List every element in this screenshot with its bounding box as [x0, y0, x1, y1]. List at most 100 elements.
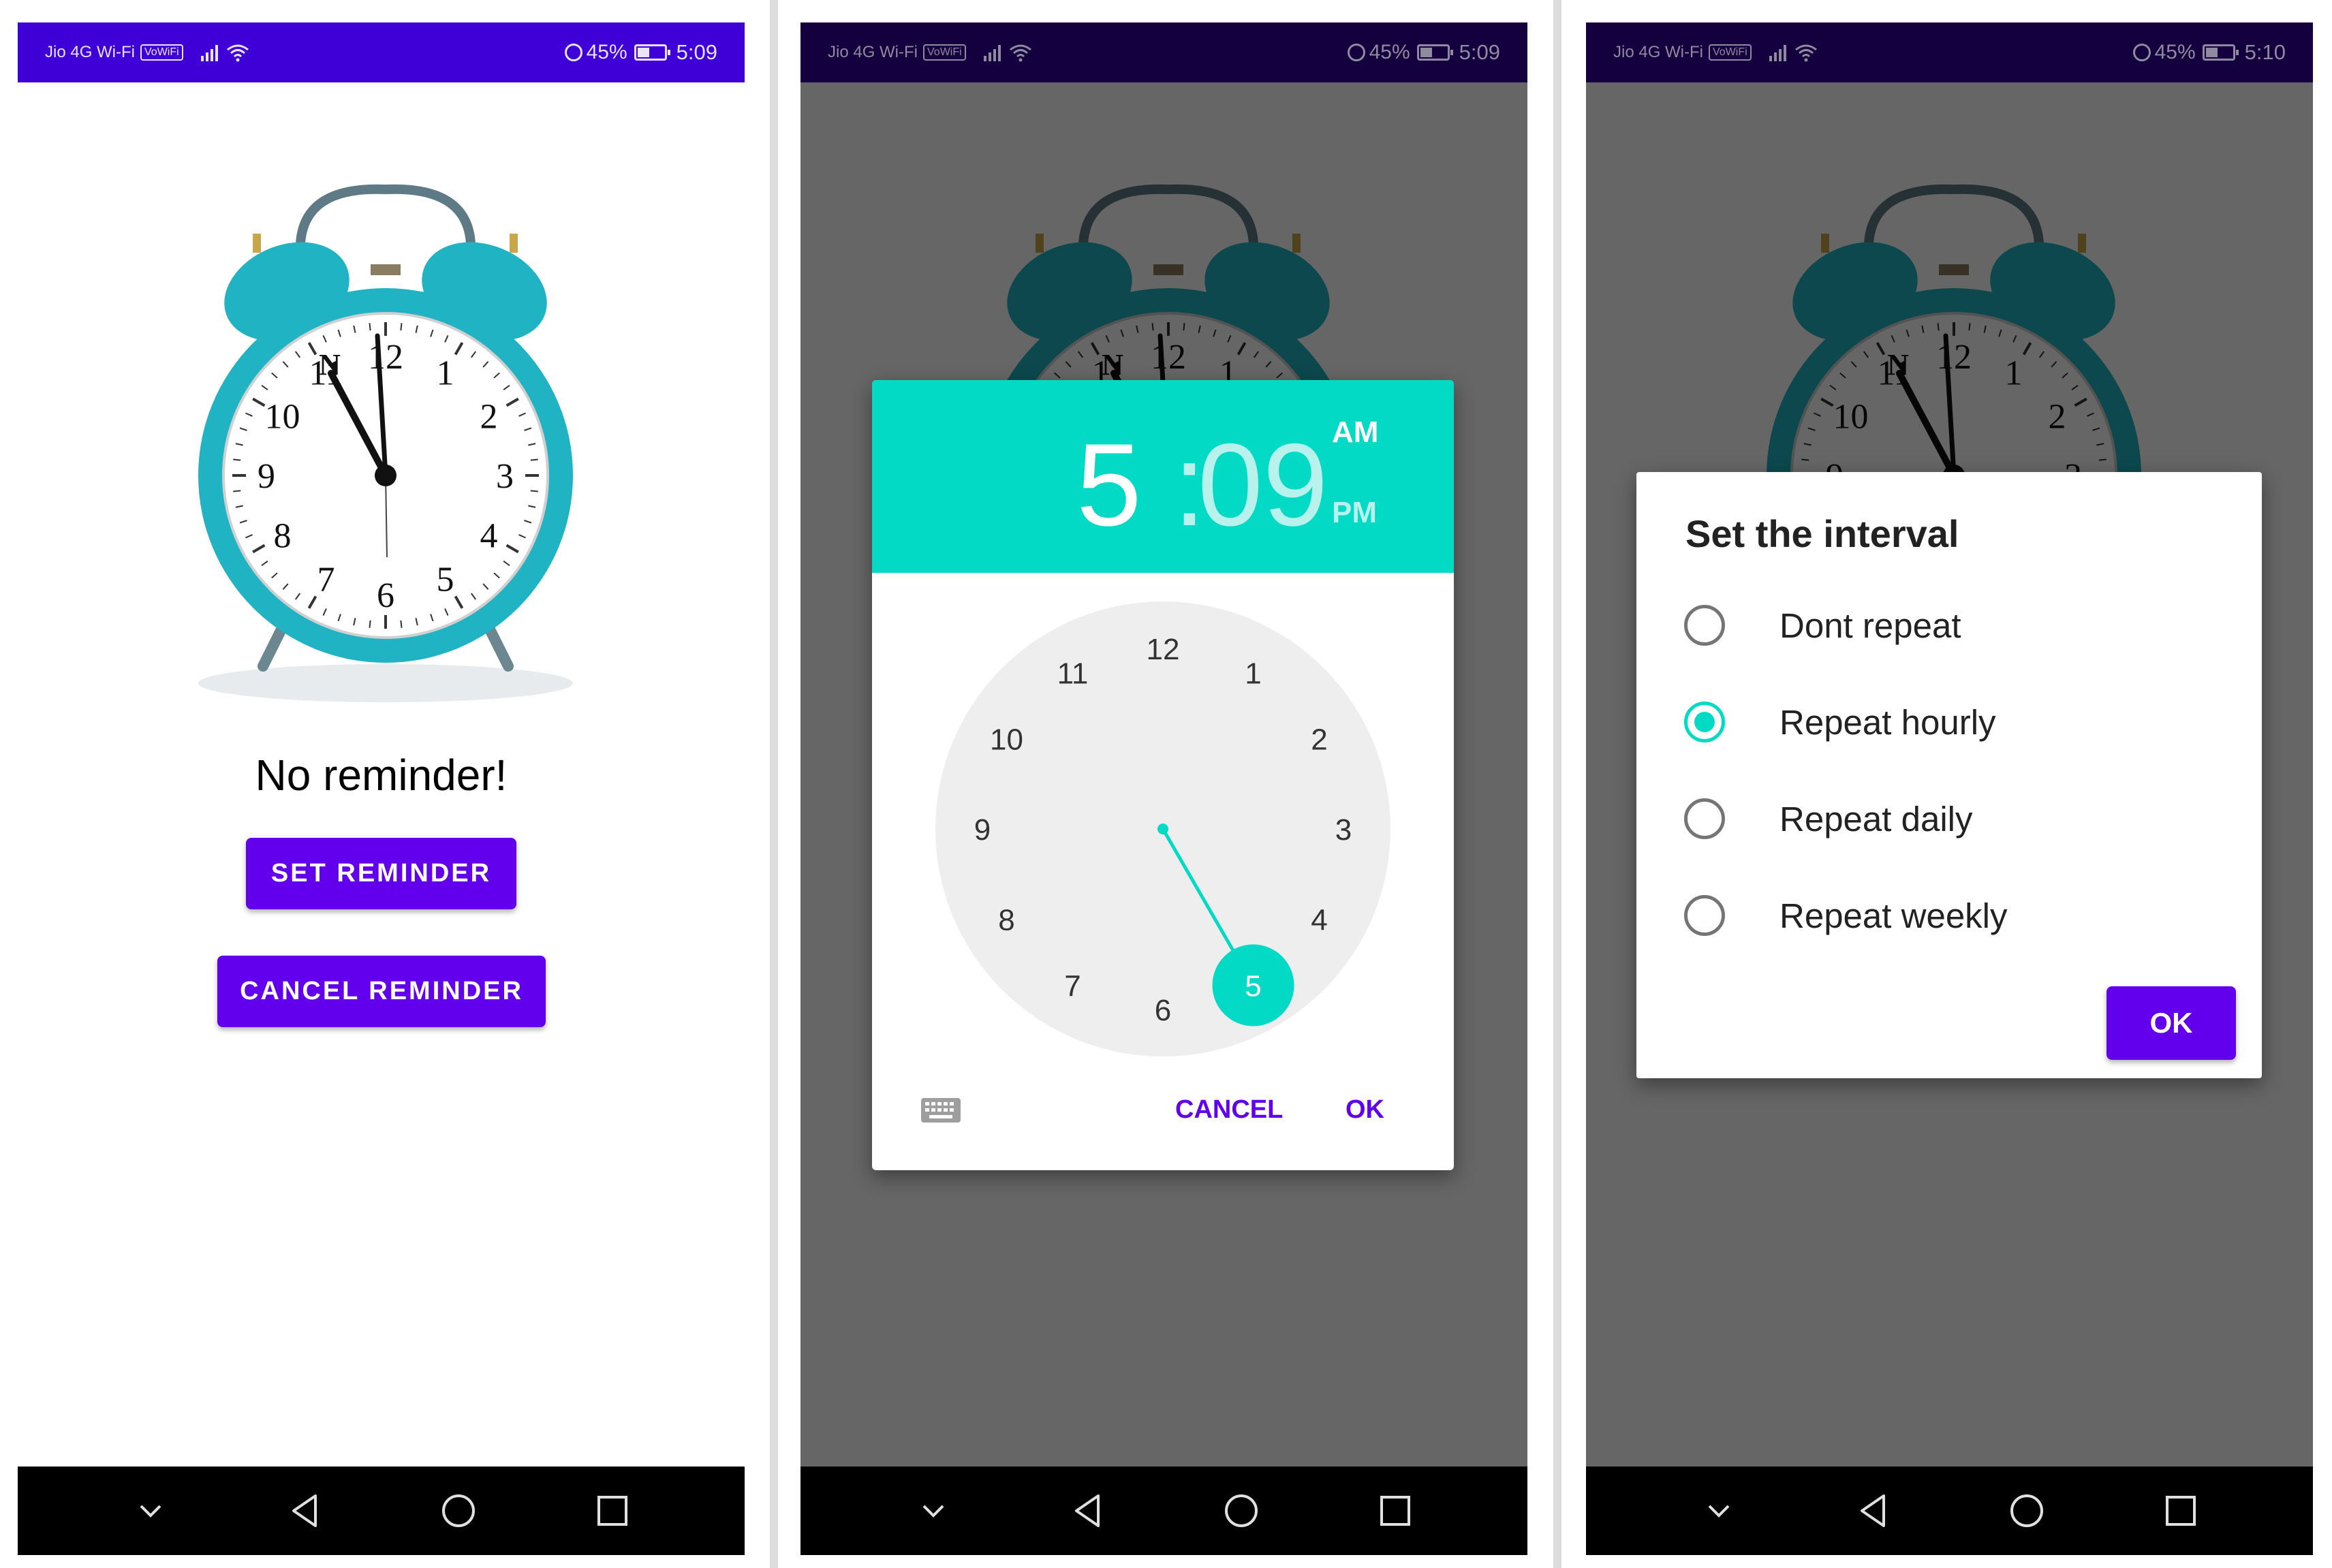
- dial-number-4[interactable]: 4: [1311, 904, 1327, 937]
- status-time: 5:09: [676, 40, 717, 64]
- recents-square-icon[interactable]: [1318, 1494, 1472, 1527]
- dial-number-7[interactable]: 7: [1064, 969, 1081, 1003]
- clock-numeral: 5: [437, 561, 454, 599]
- screen-interval: Jio 4G Wi-Fi VoWiFi 45% 5:10 12123456789…: [1586, 22, 2313, 1555]
- option-repeat-weekly[interactable]: Repeat weekly: [1684, 881, 2202, 950]
- dial-number-8[interactable]: 8: [998, 904, 1014, 937]
- radio-button[interactable]: [1684, 605, 1725, 646]
- vowifi-badge: VoWiFi: [1709, 44, 1752, 61]
- dial-number-6[interactable]: 6: [1155, 994, 1171, 1027]
- navigation-bar: [1586, 1467, 2313, 1555]
- interval-dialog: Set the interval Dont repeat Repeat hour…: [1636, 472, 2262, 1078]
- dial-number-5[interactable]: 5: [1245, 969, 1261, 1003]
- battery-icon: [1416, 44, 1453, 61]
- vowifi-badge: VoWiFi: [140, 44, 183, 61]
- carrier-label: Jio 4G Wi-Fi: [828, 43, 918, 61]
- option-label: Repeat hourly: [1779, 702, 1996, 742]
- screen-divider: [1553, 0, 1561, 1568]
- battery-percent: 45%: [1369, 41, 1410, 63]
- radio-button[interactable]: [1684, 798, 1725, 839]
- status-bar: Jio 4G Wi-Fi VoWiFi 45% 5:10: [1586, 22, 2313, 82]
- status-time: 5:09: [1459, 40, 1500, 64]
- home-circle-icon[interactable]: [1164, 1493, 1318, 1528]
- am-toggle[interactable]: AM: [1332, 415, 1378, 450]
- time-picker-dialog: 5 : 09 AM PM 12 1 2 3 4 5 6 7 8 9 10 11 CANCEL OK: [872, 380, 1454, 1170]
- dial-center: [1157, 824, 1168, 834]
- option-dont-repeat[interactable]: Dont repeat: [1684, 591, 2202, 659]
- dialog-title: Set the interval: [1685, 512, 1959, 555]
- clock-numeral: 3: [496, 457, 514, 496]
- dial-number-1[interactable]: 1: [1245, 657, 1261, 691]
- radio-button[interactable]: [1684, 702, 1725, 742]
- clock-numeral: 2: [480, 398, 498, 437]
- alarm-icon: [2132, 44, 2151, 61]
- dial-number-12[interactable]: 12: [1147, 633, 1180, 666]
- battery-percent: 45%: [586, 41, 627, 63]
- status-bar: Jio 4G Wi-Fi VoWiFi 45% 5:09: [800, 22, 1527, 82]
- time-picker-header: 5 : 09 AM PM: [872, 380, 1454, 573]
- clock-dial[interactable]: 121234567891011: [935, 601, 1390, 1056]
- carrier-label: Jio 4G Wi-Fi: [1613, 43, 1703, 61]
- screen-time-picker: Jio 4G Wi-Fi VoWiFi 45% 5:09 12123456789…: [800, 22, 1527, 1555]
- clock-numeral: 8: [273, 517, 291, 556]
- dial-number-3[interactable]: 3: [1335, 813, 1352, 847]
- alarm-icon: [1347, 44, 1365, 61]
- option-repeat-hourly[interactable]: Repeat hourly: [1684, 688, 2202, 756]
- alarm-icon: [564, 44, 582, 61]
- dial-number-2[interactable]: 2: [1311, 723, 1327, 757]
- status-time: 5:10: [2244, 40, 2286, 64]
- wifi-icon: [1794, 44, 1817, 62]
- option-label: Repeat daily: [1779, 799, 1973, 838]
- ok-button[interactable]: OK: [2106, 986, 2236, 1060]
- reminder-status-text: No reminder!: [255, 751, 508, 800]
- clock-numeral: 1: [437, 354, 454, 392]
- wifi-icon: [226, 44, 249, 62]
- battery-icon: [634, 44, 670, 61]
- back-triangle-icon[interactable]: [1010, 1493, 1164, 1528]
- dial-number-9[interactable]: 9: [974, 813, 991, 847]
- status-bar: Jio 4G Wi-Fi VoWiFi 45% 5:09: [18, 22, 745, 82]
- recents-square-icon[interactable]: [2104, 1494, 2258, 1527]
- back-triangle-icon[interactable]: [228, 1493, 382, 1528]
- minute-display[interactable]: 09: [1198, 418, 1328, 552]
- radio-button[interactable]: [1684, 895, 1725, 936]
- chevron-down-icon[interactable]: [856, 1496, 1010, 1526]
- keyboard-icon[interactable]: [920, 1095, 962, 1125]
- carrier-label: Jio 4G Wi-Fi: [45, 43, 135, 61]
- signal-icon: [1769, 44, 1786, 61]
- dial-number-10[interactable]: 10: [990, 723, 1023, 757]
- recents-square-icon[interactable]: [535, 1494, 689, 1527]
- wifi-icon: [1009, 44, 1031, 62]
- back-triangle-icon[interactable]: [1796, 1493, 1950, 1528]
- battery-percent: 45%: [2154, 41, 2196, 63]
- chevron-down-icon[interactable]: [74, 1496, 228, 1526]
- screen-home: Jio 4G Wi-Fi VoWiFi 45% 5:09 12 1 2 3 4 5 6 7 8 9…: [18, 22, 745, 1555]
- vowifi-badge: VoWiFi: [923, 44, 966, 61]
- navigation-bar: [18, 1467, 745, 1555]
- cancel-reminder-button[interactable]: CANCEL REMINDER: [217, 956, 546, 1027]
- home-circle-icon[interactable]: [382, 1493, 535, 1528]
- battery-icon: [2202, 44, 2239, 61]
- chevron-down-icon[interactable]: [1642, 1496, 1796, 1526]
- alarm-clock-image: 121234567891011N: [198, 184, 573, 702]
- clock-numeral: 9: [258, 457, 275, 496]
- clock-numeral: 4: [480, 517, 498, 556]
- option-label: Dont repeat: [1779, 606, 1961, 645]
- navigation-bar: [800, 1467, 1527, 1555]
- signal-icon: [983, 44, 1001, 61]
- signal-icon: [200, 44, 218, 61]
- pm-toggle[interactable]: PM: [1332, 496, 1377, 530]
- clock-numeral: 7: [317, 561, 335, 599]
- dial-number-11[interactable]: 11: [1057, 657, 1089, 691]
- clock-numeral: 10: [264, 398, 300, 437]
- option-repeat-daily[interactable]: Repeat daily: [1684, 785, 2202, 853]
- set-reminder-button[interactable]: SET REMINDER: [246, 838, 516, 909]
- clock-numeral: 6: [377, 576, 394, 615]
- option-label: Repeat weekly: [1779, 896, 2008, 935]
- ok-button[interactable]: OK: [1346, 1095, 1384, 1125]
- home-circle-icon[interactable]: [1950, 1493, 2104, 1528]
- screen-divider: [770, 0, 778, 1568]
- hour-display[interactable]: 5: [1076, 418, 1142, 552]
- cancel-button[interactable]: CANCEL: [1175, 1095, 1283, 1125]
- clock-numeral: 12: [368, 338, 403, 377]
